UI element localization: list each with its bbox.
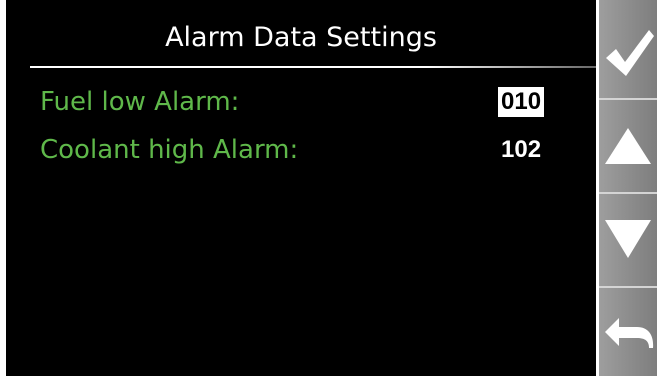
display-screen: Alarm Data Settings Fuel low Alarm: 010 … xyxy=(6,0,596,376)
fuel-low-alarm-label: Fuel low Alarm: xyxy=(40,87,240,117)
up-button[interactable] xyxy=(599,100,657,194)
title-divider xyxy=(30,66,596,68)
device-frame: Alarm Data Settings Fuel low Alarm: 010 … xyxy=(0,0,657,376)
confirm-button[interactable] xyxy=(599,0,657,100)
check-icon xyxy=(606,30,654,76)
down-button[interactable] xyxy=(599,194,657,288)
back-button[interactable] xyxy=(599,288,657,376)
coolant-high-alarm-label: Coolant high Alarm: xyxy=(40,135,299,165)
arrow-up-icon xyxy=(605,128,651,164)
fuel-low-alarm-value[interactable]: 010 xyxy=(498,87,545,117)
softkey-sidebar xyxy=(599,0,657,376)
back-arrow-icon xyxy=(605,318,654,348)
coolant-high-alarm-value[interactable]: 102 xyxy=(501,135,541,165)
page-title: Alarm Data Settings xyxy=(165,22,437,53)
arrow-down-icon xyxy=(605,220,651,258)
